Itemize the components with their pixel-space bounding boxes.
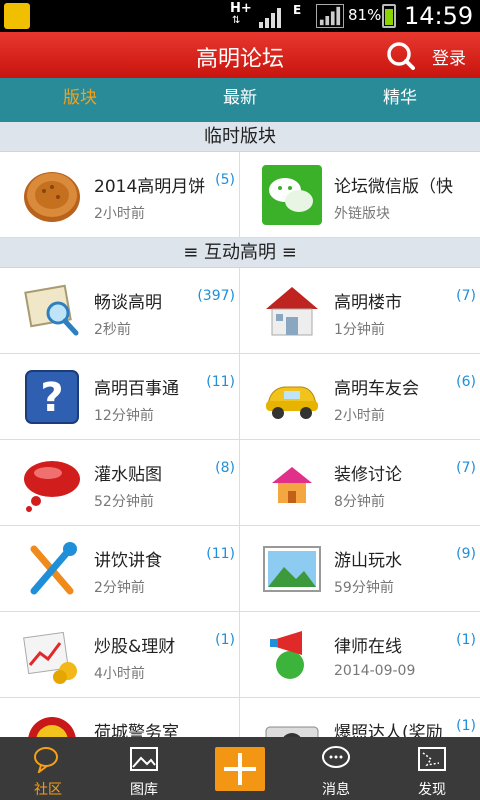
board-row: 讲饮讲食 (11) 2分钟前 游山玩水 (9) 59分钟前 [0, 526, 480, 612]
board-stocks[interactable]: 炒股&理财 (1) 4小时前 [0, 612, 240, 697]
tab-bar: 版块 最新 精华 [0, 78, 480, 126]
board-qa[interactable]: ? 高明百事通 (11) 12分钟前 [0, 354, 240, 439]
post-count: (9) [456, 546, 476, 562]
last-active: 2014-09-09 [334, 663, 416, 679]
post-count: (1) [215, 632, 235, 648]
signal-2-icon [316, 4, 344, 28]
status-bar: H+ ⇅ E 81% 14:59 [0, 0, 480, 32]
board-decoration[interactable]: 装修讨论 (7) 8分钟前 [240, 440, 480, 525]
last-active: 2秒前 [94, 322, 131, 338]
board-lawyer[interactable]: 律师在线 (1) 2014-09-09 [240, 612, 480, 697]
board-title: 2014高明月饼 [94, 177, 206, 197]
bottom-nav: 社区 图库 消息 发现 [0, 737, 480, 800]
login-button[interactable]: 登录 [432, 44, 466, 69]
board-title: 游山玩水 [334, 551, 402, 571]
car-icon [266, 386, 318, 419]
nav-community[interactable]: 社区 [0, 737, 96, 800]
nav-discover[interactable]: 发现 [384, 737, 480, 800]
gallery-icon [130, 747, 158, 771]
signal-icon [259, 8, 281, 28]
board-title: 装修讨论 [334, 465, 402, 485]
board-travel[interactable]: 游山玩水 (9) 59分钟前 [240, 526, 480, 611]
board-row: 畅谈高明 (397) 2秒前 高明楼市 (7) 1分钟前 [0, 268, 480, 354]
network-type-2: E [293, 3, 302, 17]
section-header-temporary: 临时版块 [0, 122, 480, 152]
last-active: 8分钟前 [334, 494, 385, 510]
tab-boards[interactable]: 版块 [0, 78, 160, 126]
battery-icon [382, 4, 396, 28]
board-title: 高明车友会 [334, 379, 419, 399]
last-active: 外链版块 [334, 206, 390, 222]
network-type: H+ [230, 1, 252, 16]
last-active: 4小时前 [94, 666, 145, 682]
nav-label: 社区 [34, 782, 62, 798]
speech-bubble-icon [24, 460, 80, 512]
clock: 14:59 [404, 2, 474, 30]
last-active: 2分钟前 [94, 580, 145, 596]
tab-featured[interactable]: 精华 [320, 78, 480, 122]
post-count: (8) [215, 460, 235, 476]
search-icon[interactable] [385, 40, 415, 70]
plus-icon[interactable] [215, 747, 265, 791]
nav-messages[interactable]: 消息 [288, 737, 384, 800]
last-active: 12分钟前 [94, 408, 154, 424]
svg-text:?: ? [40, 375, 63, 421]
post-count: (7) [456, 288, 476, 304]
megaphone-icon [270, 630, 304, 679]
post-count: (11) [206, 546, 235, 562]
nav-label: 消息 [322, 782, 350, 798]
last-active: 52分钟前 [94, 494, 154, 510]
board-row: ? 高明百事通 (11) 12分钟前 高明车友会 (6) 2小时前 [0, 354, 480, 440]
post-count: (7) [456, 460, 476, 476]
section-header-interactive: ≡ 互动高明 ≡ [0, 238, 480, 268]
board-row: 炒股&理财 (1) 4小时前 律师在线 (1) 2014-09-09 [0, 612, 480, 698]
nav-label: 发现 [418, 782, 446, 798]
board-title: 律师在线 [334, 637, 402, 657]
nav-gallery[interactable]: 图库 [96, 737, 192, 800]
cutlery-icon [30, 541, 77, 594]
board-row: 2014高明月饼 (5) 2小时前 论坛微信版（快 外链版块 [0, 152, 480, 238]
question-icon: ? [25, 369, 79, 424]
last-active: 1分钟前 [334, 322, 385, 338]
small-house-icon [272, 466, 312, 503]
board-food[interactable]: 讲饮讲食 (11) 2分钟前 [0, 526, 240, 611]
board-title: 炒股&理财 [94, 637, 176, 657]
stock-chart-icon [23, 631, 77, 684]
board-car[interactable]: 高明车友会 (6) 2小时前 [240, 354, 480, 439]
landscape-icon [263, 545, 321, 592]
mooncake-icon [24, 171, 80, 222]
data-arrows-icon: ⇅ [232, 15, 241, 26]
discover-icon [418, 747, 446, 771]
board-row: 灌水贴图 (8) 52分钟前 装修讨论 (7) 8分钟前 [0, 440, 480, 526]
message-icon [322, 746, 350, 768]
wechat-icon [262, 164, 322, 225]
board-wechat[interactable]: 论坛微信版（快 外链版块 [240, 152, 480, 237]
board-pictures[interactable]: 灌水贴图 (8) 52分钟前 [0, 440, 240, 525]
battery-percent: 81% [348, 6, 382, 24]
post-count: (1) [456, 718, 476, 734]
post-count: (11) [206, 374, 235, 390]
tab-latest[interactable]: 最新 [160, 78, 320, 122]
last-active: 2小时前 [334, 408, 385, 424]
board-title: 论坛微信版（快 [334, 177, 453, 197]
notification-icon [4, 3, 30, 29]
house-icon [266, 286, 318, 335]
last-active: 2小时前 [94, 206, 145, 222]
post-count: (397) [197, 288, 235, 304]
post-count: (6) [456, 374, 476, 390]
board-title: 灌水贴图 [94, 465, 162, 485]
map-search-icon [24, 284, 79, 335]
app-header: 高明论坛 登录 [0, 32, 480, 78]
board-mooncake[interactable]: 2014高明月饼 (5) 2小时前 [0, 152, 240, 237]
last-active: 59分钟前 [334, 580, 394, 596]
board-chat[interactable]: 畅谈高明 (397) 2秒前 [0, 268, 240, 353]
community-icon [34, 747, 58, 773]
post-count: (1) [456, 632, 476, 648]
board-title: 高明楼市 [334, 293, 402, 313]
board-property[interactable]: 高明楼市 (7) 1分钟前 [240, 268, 480, 353]
nav-label: 图库 [130, 782, 158, 798]
post-count: (5) [215, 172, 235, 188]
